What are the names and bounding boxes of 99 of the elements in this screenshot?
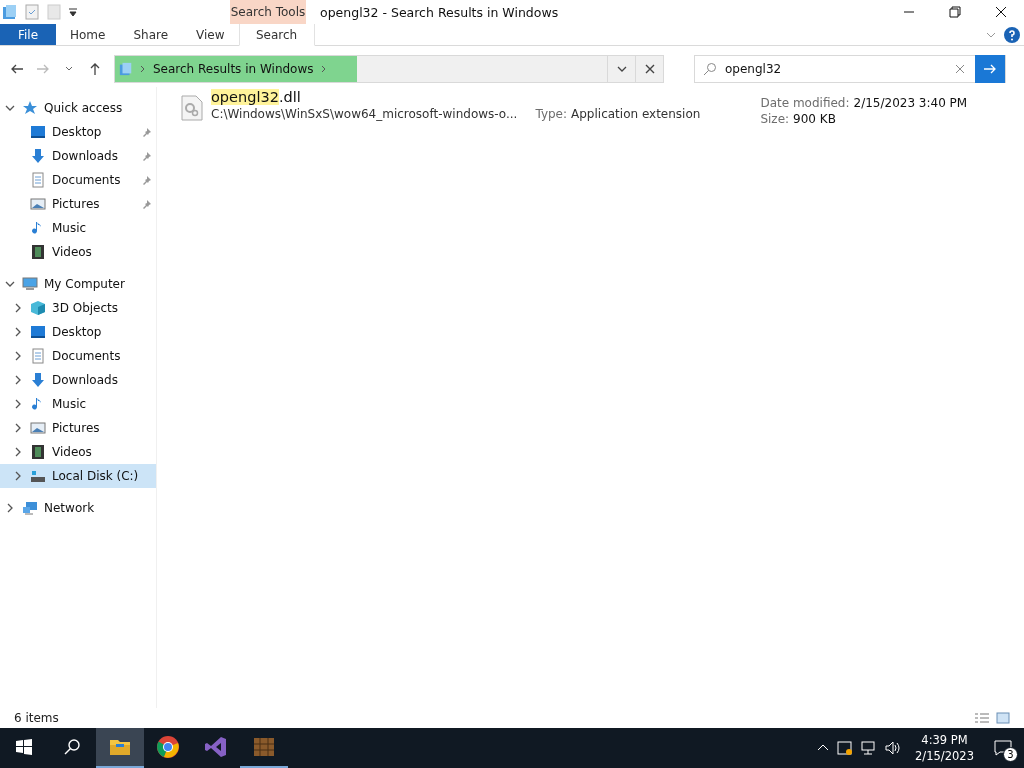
clock-time[interactable]: 4:39 PM [921,732,968,748]
search-input[interactable]: opengl32 [717,62,955,76]
infinity-logo-icon [204,735,228,759]
download-arrow-icon [30,372,46,388]
file-path: C:\Windows\WinSxS\wow64_microsoft-windows-o... [211,107,518,121]
back-arrow-icon [10,62,24,76]
navigation-item[interactable]: Music [0,392,156,416]
navigation-item[interactable]: Documents [0,344,156,368]
chevron-down-icon [616,64,627,74]
star-icon [22,100,38,116]
notification-count: 3 [1003,747,1018,762]
chevron-down-icon [65,65,73,73]
film-icon [30,244,46,260]
go-button[interactable] [975,55,1005,83]
document-icon [30,172,46,188]
large-icons-view-icon [996,712,1010,724]
navigation-item[interactable]: Local Disk (C:) [0,464,156,488]
help-icon [1004,26,1020,43]
up-arrow-icon [88,62,102,76]
chevron-right-icon [13,399,23,409]
forward-arrow-icon [36,62,50,76]
file-type: Type: Application extension [535,107,701,121]
search-field[interactable]: opengl32 [694,55,1006,83]
navigation-item[interactable]: Pictures [0,192,156,216]
folder-icon [119,62,133,76]
chevron-right-icon [13,471,23,481]
navigation-item[interactable]: 3D Objects [0,296,156,320]
chevron-right-icon [13,327,23,337]
ribbon-tab[interactable]: File [0,24,56,45]
film-icon [30,444,46,460]
desktop-icon [30,124,46,140]
chevron-right-icon [13,447,23,457]
windows-logo-icon [16,739,32,755]
navigation-item[interactable]: Desktop [0,320,156,344]
notification-button[interactable]: 3 [988,733,1018,763]
navigation-item[interactable]: Network [0,496,156,520]
chevron-right-icon [319,65,328,73]
desktop-icon [30,324,46,340]
document-icon [30,348,46,364]
pin-icon [142,199,152,209]
picture-icon [30,196,46,212]
chevron-right-icon [13,303,23,313]
computer-icon [22,276,38,292]
pin-icon [142,175,152,185]
chevron-down-icon [5,279,15,289]
file-size: Size: 900 KB [760,112,837,126]
file-name[interactable]: opengl32.dll [211,89,701,105]
browser-icon [156,735,180,759]
crate-icon [252,735,276,759]
clock-date[interactable]: 2/15/2023 [915,748,974,764]
navigation-item[interactable]: My Computer [0,272,156,296]
arrow-right-icon [983,62,997,76]
chevron-right-icon [13,351,23,361]
navigation-item[interactable]: Pictures [0,416,156,440]
pin-icon [142,151,152,161]
navigation-item[interactable]: Downloads [0,368,156,392]
navigation-item[interactable]: Desktop [0,120,156,144]
context-tab-label: Search Tools [230,0,306,24]
details-view-icon [974,712,990,724]
navigation-item[interactable]: Quick access [0,96,156,120]
item-count: 6 items [14,711,59,725]
close-icon [644,64,655,74]
cube-icon [30,300,46,316]
address-bar[interactable]: Search Results in Windows [114,55,664,83]
chevron-down-icon [5,103,15,113]
chevron-right-icon [13,423,23,433]
speaker-icon [885,740,902,756]
close-icon [995,6,1007,18]
restore-icon [949,6,961,18]
search-icon [63,738,81,756]
clear-icon [955,64,965,74]
dropdown-icon [68,7,78,17]
search-icon [703,62,717,76]
navigation-item[interactable]: Videos [0,240,156,264]
navigation-item[interactable]: Documents [0,168,156,192]
network-icon [861,740,878,756]
window-title: opengl32 - Search Results in Windows [319,3,560,22]
gear-file-icon [181,95,203,121]
drive-icon [30,468,46,484]
new-folder-icon [46,4,62,20]
chevron-right-icon [139,65,147,73]
folder-icon [2,4,18,20]
download-arrow-icon [30,148,46,164]
chevron-right-icon [5,503,15,513]
ribbon-tab[interactable]: Home [56,24,120,45]
taskbar-app[interactable] [96,728,144,768]
navigation-item[interactable]: Downloads [0,144,156,168]
chevron-right-icon [13,375,23,385]
navigation-item[interactable]: Videos [0,440,156,464]
date-modified: Date modified: 2/15/2023 3:40 PM [760,96,968,110]
message-icon [994,739,1012,757]
navigation-item[interactable]: Music [0,216,156,240]
pin-icon [142,127,152,137]
ribbon-tab[interactable]: View [182,24,239,45]
picture-icon [30,420,46,436]
properties-icon [24,4,40,20]
ribbon-tab[interactable]: Share [119,24,183,45]
network-icon [22,500,38,516]
ribbon-tab[interactable]: Search [238,24,315,46]
